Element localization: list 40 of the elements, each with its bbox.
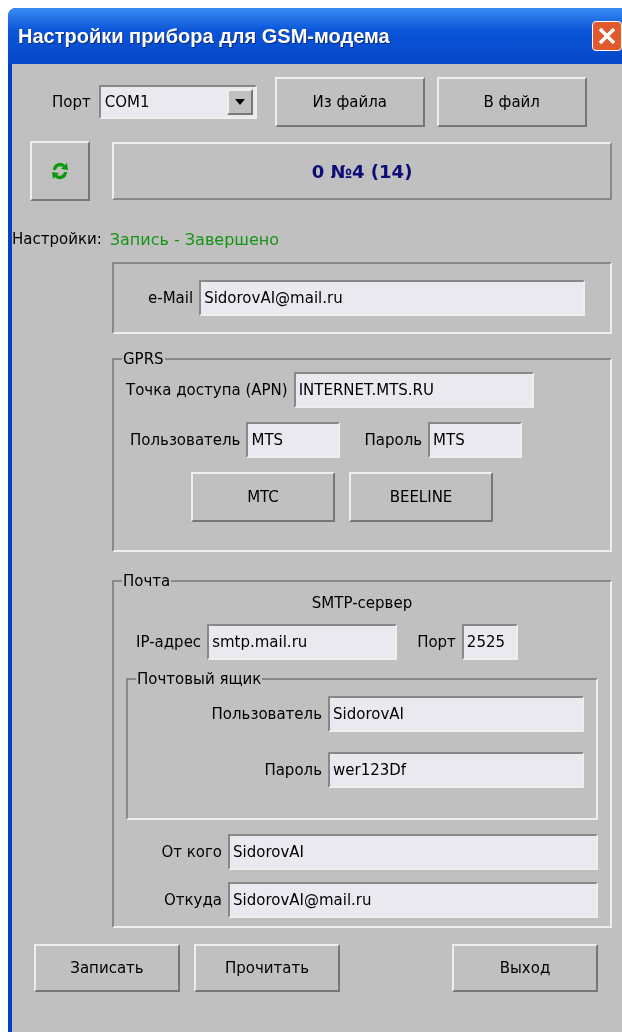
smtp-port-field[interactable]: 2525: [461, 624, 518, 660]
from-label: От кого: [161, 843, 222, 861]
ip-label: IP-адрес: [136, 633, 202, 651]
origin-field[interactable]: SidorovAI@mail.ru: [228, 882, 598, 918]
ip-field[interactable]: smtp.mail.ru: [207, 624, 398, 660]
refresh-button[interactable]: [30, 141, 90, 201]
window-title: Настройки прибора для GSM-модема: [18, 24, 390, 48]
write-button[interactable]: Записать: [34, 944, 180, 992]
exit-button[interactable]: Выход: [452, 944, 598, 992]
apn-label: Точка доступа (APN): [126, 381, 288, 399]
email-field[interactable]: SidorovAI@mail.ru: [199, 280, 586, 316]
close-icon: [597, 26, 617, 46]
port-dropdown[interactable]: COM1: [98, 85, 257, 119]
mailbox-user-label: Пользователь: [211, 705, 322, 723]
smtp-port-label: Порт: [417, 633, 456, 651]
user-label: Пользователь: [130, 431, 241, 449]
password-label: Пароль: [364, 431, 423, 449]
device-display: 0 №4 (14): [112, 142, 612, 200]
to-file-button[interactable]: В файл: [436, 77, 587, 127]
close-button[interactable]: [592, 21, 622, 51]
apn-field[interactable]: INTERNET.MTS.RU: [293, 372, 534, 408]
status-text: Запись - Завершено: [109, 229, 280, 249]
smtp-heading: SMTP-сервер: [310, 594, 414, 614]
mailbox-password-label: Пароль: [264, 761, 322, 779]
email-label: e-Mail: [148, 289, 194, 307]
from-file-button[interactable]: Из файла: [274, 77, 425, 127]
operator-button[interactable]: BEELINE: [349, 472, 493, 522]
mailbox-legend: Почтовый ящик: [136, 670, 263, 688]
read-button[interactable]: Прочитать: [194, 944, 340, 992]
password-field[interactable]: MTS: [428, 422, 523, 458]
mailbox-password-field[interactable]: wer123Df: [328, 752, 584, 788]
mailbox-user-field[interactable]: SidorovAI: [328, 696, 584, 732]
user-field[interactable]: MTS: [246, 422, 341, 458]
mail-legend: Почта: [122, 572, 172, 590]
gprs-legend: GPRS: [122, 350, 165, 368]
from-field[interactable]: SidorovAI: [228, 834, 598, 870]
origin-label: Откуда: [163, 891, 222, 909]
port-label: Порт: [52, 93, 91, 111]
operator-button[interactable]: MTC: [191, 472, 335, 522]
settings-label: Настройки:: [12, 230, 102, 248]
